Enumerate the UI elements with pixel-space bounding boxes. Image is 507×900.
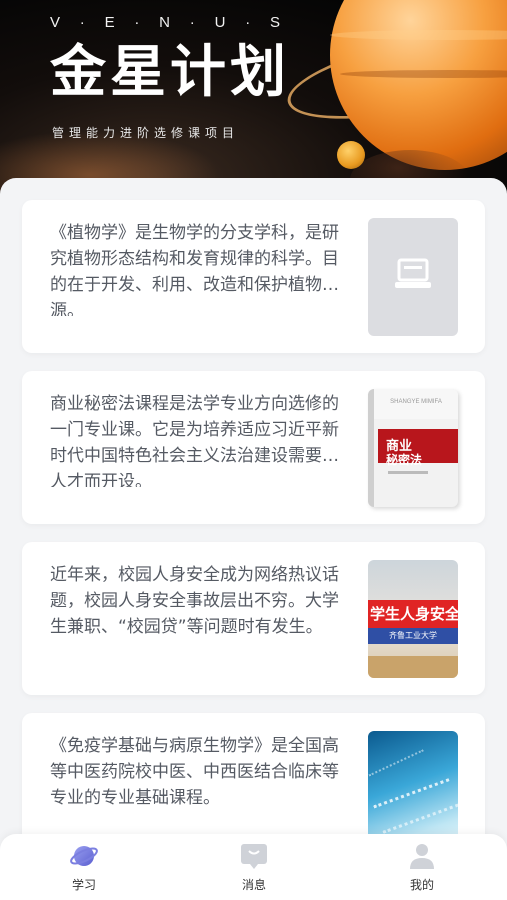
venus-letter: U — [214, 14, 226, 31]
safety-cover-subtitle: 齐鲁工业大学 — [368, 628, 458, 644]
tab-study-label: 学习 — [71, 878, 96, 892]
dna-helix-image — [368, 749, 432, 793]
course-card[interactable]: 近年来，校园人身安全成为网络热议话题，校园人身安全事故层出不穷。大学生兼职、“校… — [22, 542, 485, 695]
venus-lettering: V · E · N · U · S — [50, 14, 280, 31]
course-list-sheet: 《植物学》是生物学的分支学科，是研究植物形态结构和发育规律的科学。目的在于开发、… — [0, 178, 507, 900]
course-card[interactable]: 商业秘密法课程是法学专业方向选修的一门专业课。它是为培养适应习近平新时代中国特色… — [22, 371, 485, 524]
course-card[interactable]: 《植物学》是生物学的分支学科，是研究植物形态结构和发育规律的科学。目的在于开发、… — [22, 200, 485, 353]
book-cover-line — [388, 471, 428, 474]
tab-messages-label: 消息 — [241, 878, 266, 892]
safety-cover-floor — [368, 656, 458, 678]
message-icon — [241, 844, 267, 869]
course-thumbnail — [368, 218, 458, 336]
course-thumbnail: 学生人身安全 齐鲁工业大学 — [368, 560, 458, 678]
course-thumbnail: SHANGYE MIMIFA 商业 秘密法 — [368, 389, 458, 507]
book-cover-top-text: SHANGYE MIMIFA — [374, 389, 458, 419]
tab-profile[interactable]: 我的 — [382, 842, 462, 896]
book-cover-title: 秘密法 — [386, 453, 423, 467]
tab-profile-label: 我的 — [409, 878, 434, 892]
moon-image — [337, 141, 365, 169]
course-description: 近年来，校园人身安全成为网络热议话题，校园人身安全事故层出不穷。大学生兼职、“校… — [50, 565, 339, 637]
course-thumbnail — [368, 731, 458, 849]
venus-letter: S — [269, 14, 280, 31]
bottom-tab-bar: 学习 消息 我的 — [0, 834, 507, 900]
tab-messages[interactable]: 消息 — [214, 842, 294, 896]
hero-banner: V · E · N · U · S 金星计划 管理能力进阶选修课项目 — [0, 0, 507, 200]
hero-title: 金星计划 — [50, 40, 290, 105]
course-description: 《植物学》是生物学的分支学科，是研究植物形态结构和发育规律的科学。目的在于开发、… — [50, 223, 339, 316]
course-description: 商业秘密法课程是法学专业方向选修的一门专业课。它是为培养适应习近平新时代中国特色… — [50, 394, 339, 487]
course-description: 《免疫学基础与病原生物学》是全国高等中医药院校中医、中西医结合临床等专业的专业基… — [50, 736, 339, 808]
planet-icon — [70, 846, 98, 866]
venus-letter: N — [159, 14, 170, 31]
venus-letter: V — [50, 14, 61, 31]
safety-cover-banner: 学生人身安全 — [368, 600, 458, 628]
user-icon — [410, 844, 434, 869]
hero-subtitle: 管理能力进阶选修课项目 — [52, 126, 240, 140]
venus-letter: E — [104, 14, 115, 31]
tab-study[interactable]: 学习 — [44, 842, 124, 896]
placeholder-image-icon — [395, 258, 431, 288]
